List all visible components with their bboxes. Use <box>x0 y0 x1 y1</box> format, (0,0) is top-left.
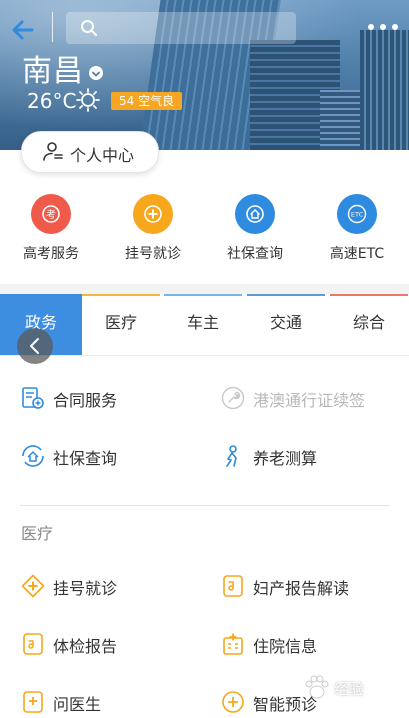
quick-service-label: 高考服务 <box>23 246 79 262</box>
quick-service-label: 社保查询 <box>227 246 283 262</box>
tab-general[interactable]: 综合 <box>328 294 409 355</box>
section-title-medical: 医疗 <box>21 524 54 543</box>
smart-diagnosis-icon <box>222 691 244 713</box>
service-label: 养老测算 <box>253 449 318 468</box>
tab-medical[interactable]: 医疗 <box>80 294 162 355</box>
social-security-icon <box>22 445 44 467</box>
search-input[interactable] <box>66 12 296 44</box>
tab-label: 交通 <box>269 313 302 332</box>
temperature: 26°C <box>27 89 77 113</box>
svg-text:ETC: ETC <box>351 211 364 219</box>
contract-icon <box>22 387 44 409</box>
quick-service-label: 高速ETC <box>329 246 385 262</box>
building-image <box>360 30 409 150</box>
social-security-icon <box>235 194 275 234</box>
paw-icon <box>305 675 329 699</box>
sun-icon <box>76 88 100 112</box>
tab-color-bar <box>164 294 242 296</box>
header-divider <box>52 12 53 42</box>
tab-color-bar <box>330 294 408 296</box>
chevron-down-icon[interactable] <box>89 66 103 80</box>
wrench-icon <box>221 386 245 410</box>
profile-button[interactable]: 个人中心 <box>21 131 159 173</box>
watermark-text: 经验 <box>334 680 365 698</box>
tab-car-owner[interactable]: 车主 <box>162 294 244 355</box>
tab-color-bar <box>82 294 160 296</box>
ask-doctor-icon <box>23 691 43 713</box>
service-label: 妇产报告解读 <box>253 579 350 598</box>
back-arrow-icon[interactable] <box>10 16 38 44</box>
checkup-icon <box>23 633 43 655</box>
chevron-left-icon <box>30 338 39 354</box>
tab-label: 医疗 <box>104 313 137 332</box>
medical-cross-icon <box>21 574 45 598</box>
search-icon <box>81 20 97 36</box>
service-label: 问医生 <box>53 695 102 714</box>
city-name[interactable]: 南昌 <box>22 54 84 90</box>
section-separator <box>0 284 409 294</box>
quick-service-registration[interactable]: 挂号就诊 <box>102 194 204 264</box>
quick-service-etc[interactable]: ETC 高速ETC <box>306 194 408 264</box>
quick-service-exam[interactable]: 考 高考服务 <box>0 194 102 264</box>
user-icon <box>43 142 63 161</box>
quick-service-social-security[interactable]: 社保查询 <box>204 194 306 264</box>
profile-label: 个人中心 <box>70 146 135 165</box>
hospital-icon <box>223 633 243 655</box>
service-label: 合同服务 <box>53 391 118 410</box>
header-banner: 南昌 26°C 54 空气良 <box>0 0 409 150</box>
service-label: 港澳通行证续签 <box>253 391 366 410</box>
svg-text:考: 考 <box>46 209 56 221</box>
service-label: 挂号就诊 <box>53 579 118 598</box>
etc-icon: ETC <box>337 194 377 234</box>
tab-traffic[interactable]: 交通 <box>245 294 327 355</box>
tab-label: 综合 <box>352 313 385 332</box>
category-tabs: 政务 医疗 车主 交通 综合 <box>0 294 409 356</box>
watermark: 经验 <box>300 668 408 708</box>
report-icon <box>223 575 243 597</box>
more-dots-icon[interactable] <box>366 20 400 34</box>
service-label: 体检报告 <box>53 637 118 656</box>
service-label: 住院信息 <box>253 637 318 656</box>
exam-icon: 考 <box>31 194 71 234</box>
collapse-button[interactable] <box>17 328 53 364</box>
air-quality-badge: 54 空气良 <box>111 92 183 110</box>
tab-label: 车主 <box>186 313 219 332</box>
medical-cross-icon <box>133 194 173 234</box>
service-label: 社保查询 <box>53 449 118 468</box>
section-divider <box>20 505 390 506</box>
pension-icon <box>226 445 237 467</box>
tab-color-bar <box>247 294 325 296</box>
quick-service-label: 挂号就诊 <box>125 246 181 262</box>
